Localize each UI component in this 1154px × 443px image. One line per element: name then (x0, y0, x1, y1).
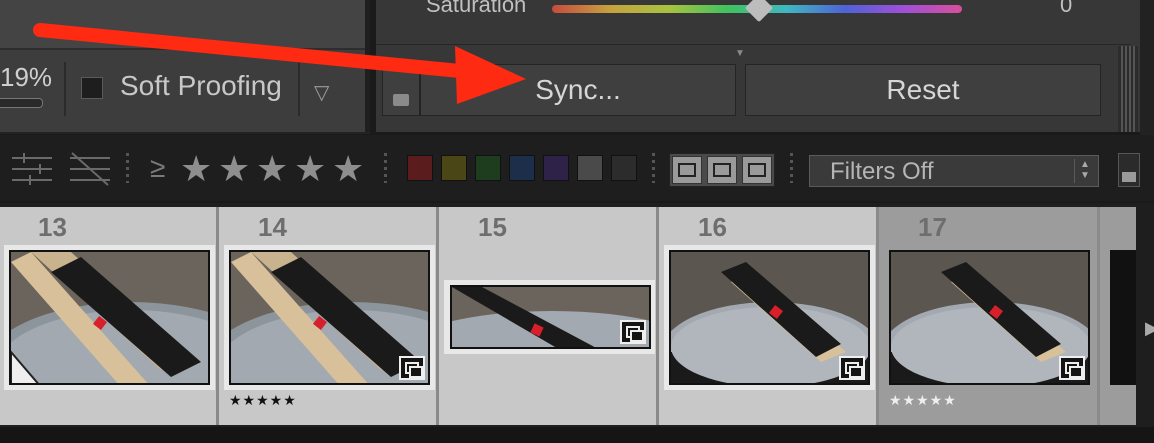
soft-proofing-label: Soft Proofing (120, 70, 282, 101)
rating-operator[interactable]: ≥ (150, 152, 165, 184)
cell-index: 17 (918, 212, 947, 242)
soft-proofing-checkbox[interactable] (81, 77, 103, 99)
dotted-separator (126, 153, 129, 183)
filmstrip-next-icon[interactable]: ▶ (1145, 318, 1154, 339)
filter-lock-switch[interactable] (1118, 153, 1140, 187)
thumbnail-image[interactable] (1110, 250, 1136, 385)
toolbar-dropdown-icon[interactable]: ▽ (314, 80, 329, 105)
rating-filter-star-1[interactable]: ★ (180, 148, 212, 190)
sync-button[interactable]: Sync... (420, 64, 736, 116)
rating-filter-star-3[interactable]: ★ (256, 148, 288, 190)
thumbnail-image[interactable] (9, 250, 210, 385)
color-label-yellow[interactable] (441, 155, 467, 181)
auto-sync-switch[interactable] (382, 64, 420, 116)
filter-preset-value: Filters Off (830, 158, 934, 185)
cell-index: 16 (698, 212, 727, 242)
switch-knob (393, 94, 409, 106)
color-label-blue[interactable] (509, 155, 535, 181)
virtual-copy-badge-icon[interactable] (1059, 356, 1085, 380)
dotted-separator (652, 153, 655, 183)
color-label-none[interactable] (611, 155, 637, 181)
toolbar-top-strip (0, 0, 365, 50)
cell-index: 13 (38, 212, 67, 242)
select-arrows-icon: ▲ ▼ (1074, 159, 1095, 183)
sliders-icon[interactable] (10, 150, 54, 188)
virtual-copy-badge-icon[interactable] (839, 356, 865, 380)
filmstrip-icon[interactable] (672, 156, 702, 184)
collapse-arrow-icon[interactable]: ▼ (735, 48, 745, 59)
virtual-copy-icon[interactable] (707, 156, 737, 184)
sliders-off-icon[interactable] (68, 150, 112, 188)
toolbar-separator (298, 62, 300, 116)
star-rating: ★★★★★ (889, 392, 957, 408)
saturation-value[interactable]: 0 (1060, 0, 1072, 18)
dotted-separator (790, 153, 793, 183)
cell-index: 15 (478, 212, 507, 242)
window-edge (1140, 0, 1154, 135)
color-label-purple[interactable] (543, 155, 569, 181)
reset-button[interactable]: Reset (745, 64, 1101, 116)
toolbar-separator (64, 62, 66, 116)
panel-divider-vertical (365, 0, 370, 132)
library-toolbar (0, 0, 370, 134)
virtual-copy-badge-icon[interactable] (620, 320, 646, 344)
rating-filter-star-5[interactable]: ★ (332, 148, 364, 190)
star-rating: ★★★★★ (229, 392, 297, 408)
color-label-green[interactable] (475, 155, 501, 181)
master-photo-icon[interactable] (742, 156, 772, 184)
zoom-slider[interactable] (0, 98, 43, 108)
panel-scrollbar[interactable] (1118, 46, 1138, 132)
color-label-gray[interactable] (577, 155, 603, 181)
cell-index: 14 (258, 212, 287, 242)
rating-filter-star-4[interactable]: ★ (294, 148, 326, 190)
panel-divider (376, 44, 1130, 45)
virtual-copy-badge-icon[interactable] (399, 356, 425, 380)
filmstrip-bottom-edge (0, 427, 1154, 443)
saturation-label: Saturation (426, 0, 527, 17)
zoom-level-text: 19% (0, 62, 53, 92)
rating-filter-star-2[interactable]: ★ (218, 148, 250, 190)
dotted-separator (384, 153, 387, 183)
color-label-red[interactable] (407, 155, 433, 181)
